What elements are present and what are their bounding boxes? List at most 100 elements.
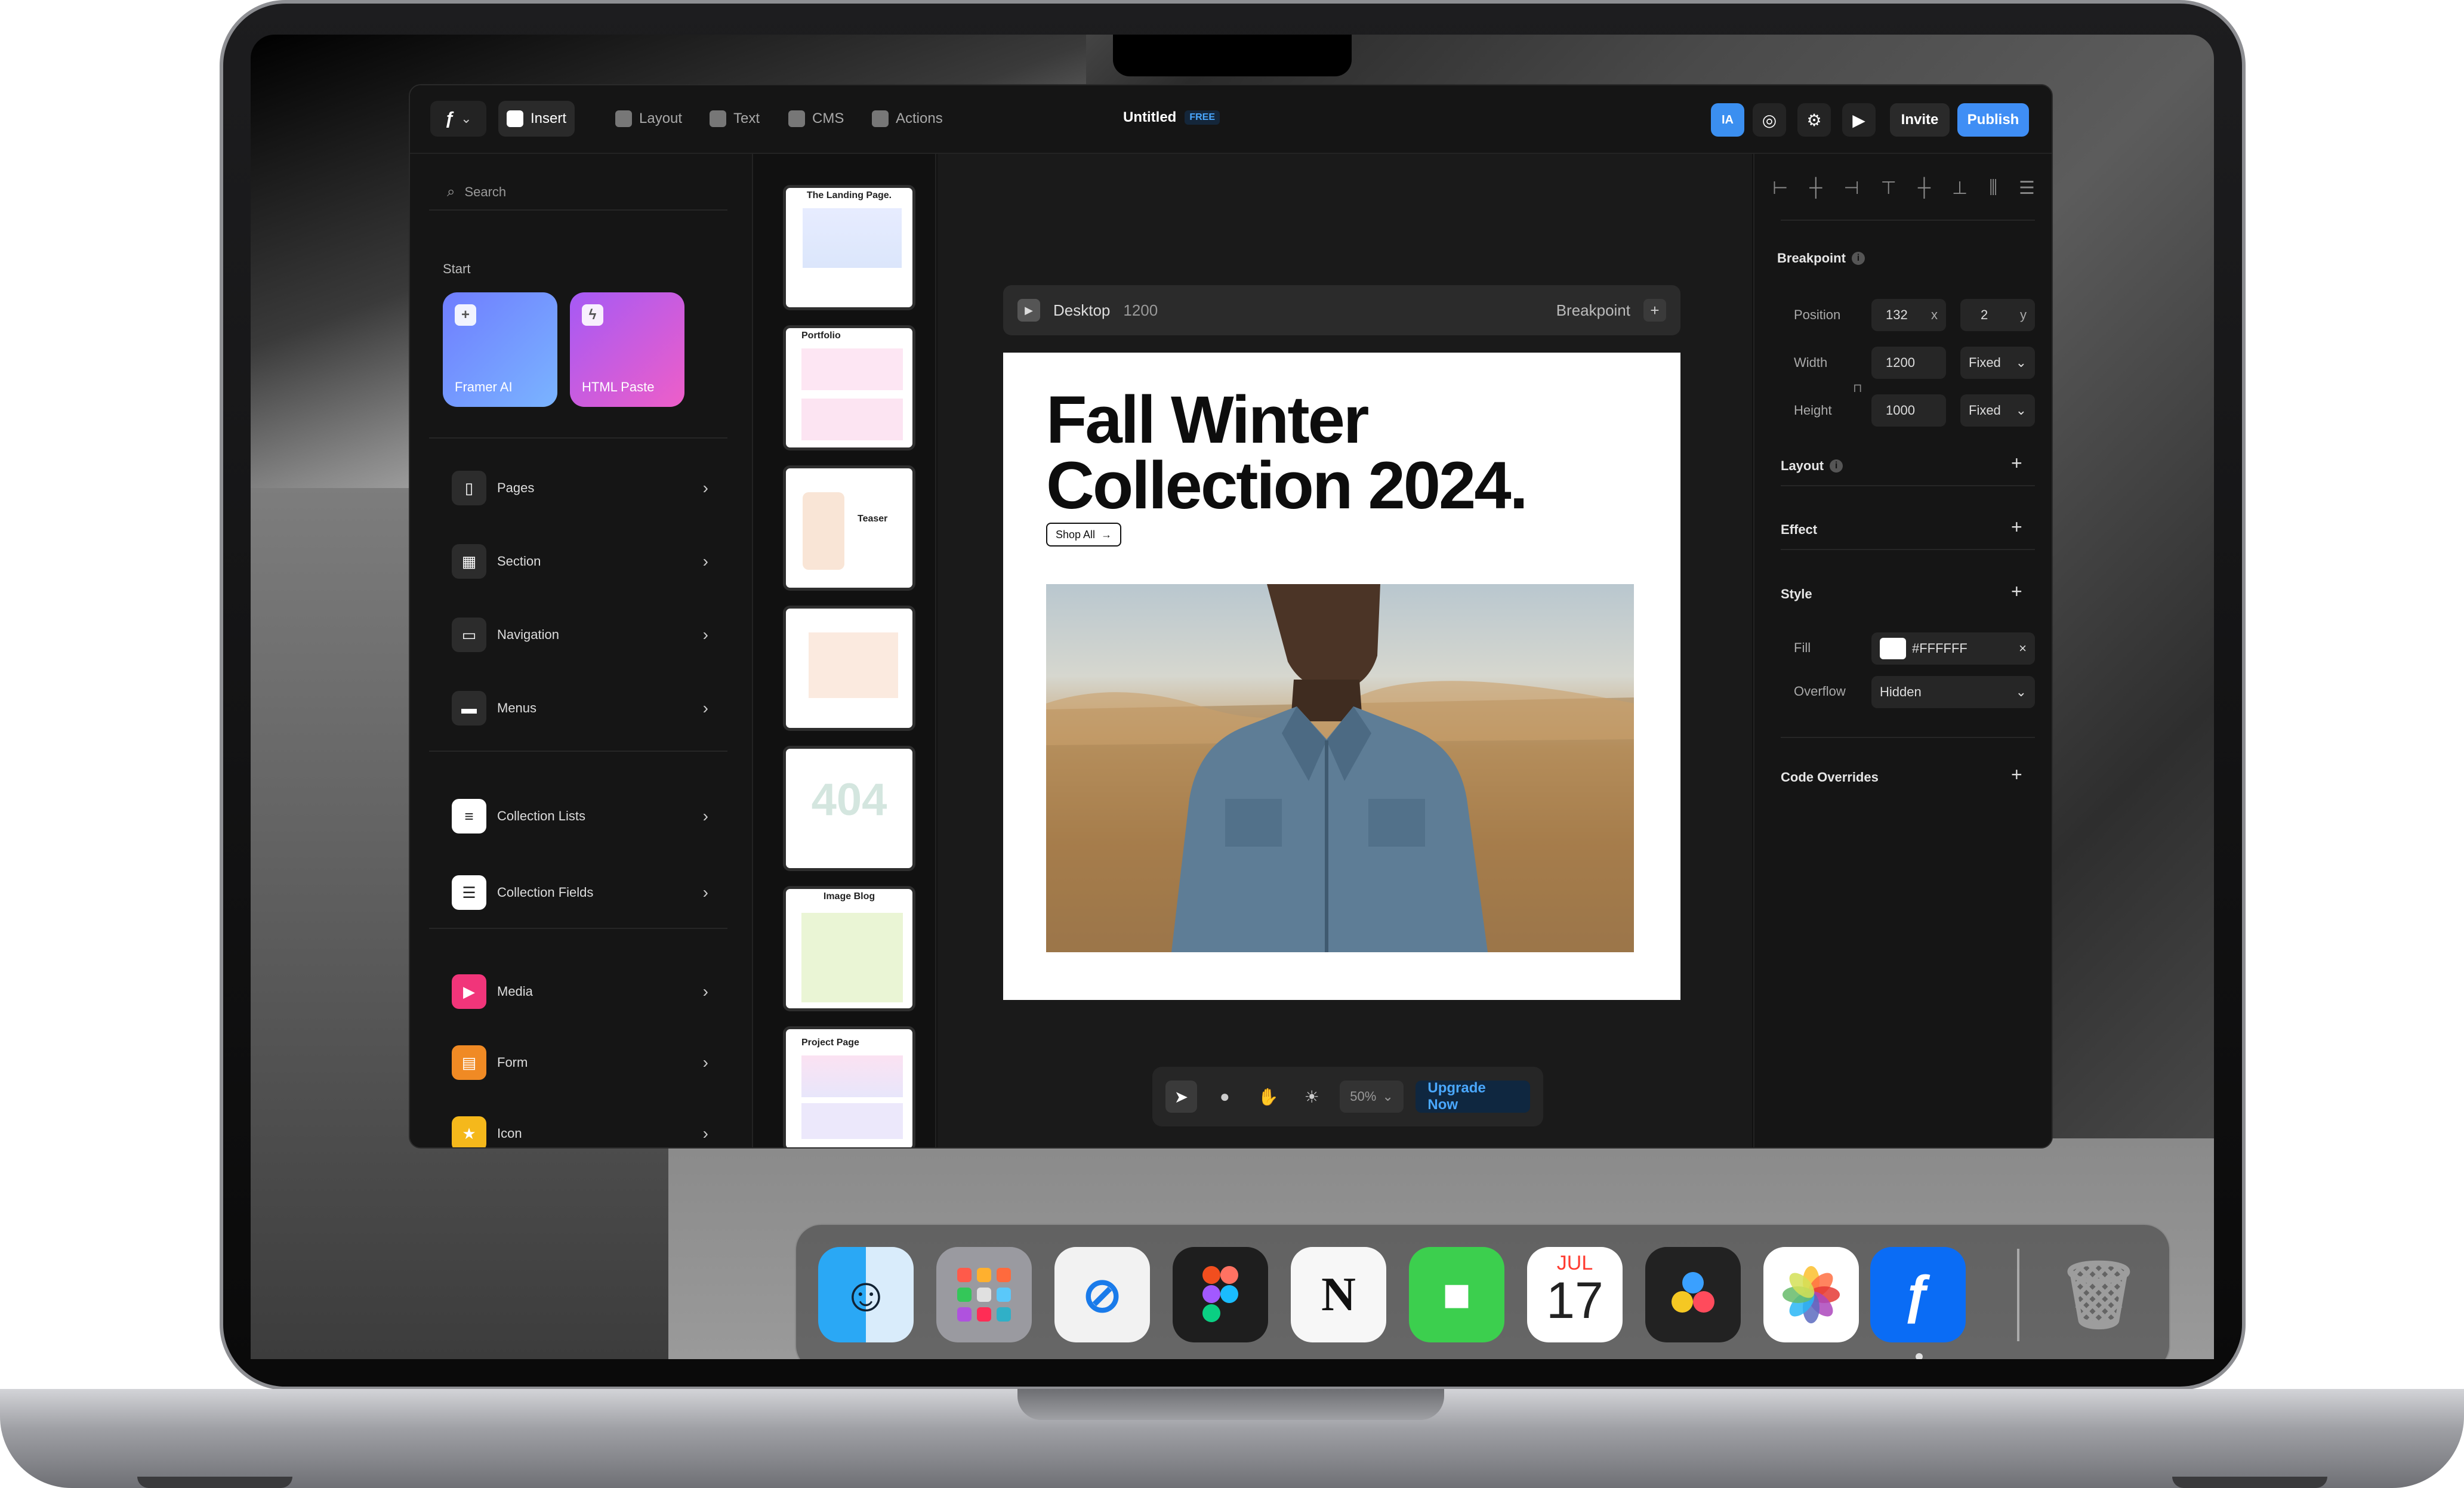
search-input[interactable]: ⌕ Search: [429, 175, 727, 211]
globe-icon[interactable]: ◎: [1753, 103, 1786, 137]
shop-all-button[interactable]: Shop All →: [1046, 523, 1122, 547]
align-middle-icon[interactable]: ┼: [1918, 178, 1931, 202]
hero-image[interactable]: [1046, 584, 1634, 952]
item-label: Pages: [497, 480, 535, 495]
position-y-field[interactable]: 2 y: [1960, 299, 2035, 331]
insert-item-media[interactable]: ▶ Media ›: [452, 974, 708, 1010]
insert-item-form[interactable]: ▤ Form ›: [452, 1045, 708, 1081]
tab-text[interactable]: Text: [701, 101, 768, 137]
info-icon[interactable]: i: [1830, 459, 1843, 473]
insert-item-collection-lists[interactable]: ≡ Collection Lists ›: [452, 798, 708, 834]
notion-icon[interactable]: N: [1291, 1247, 1386, 1342]
photos-icon[interactable]: [1763, 1247, 1859, 1342]
color-swatch[interactable]: [1880, 638, 1906, 659]
align-right-icon[interactable]: ⊣: [1843, 178, 1859, 202]
distribute-h-icon[interactable]: ⫼: [1989, 178, 1997, 202]
tab-actions[interactable]: Actions: [864, 101, 951, 137]
comment-icon[interactable]: ●: [1209, 1081, 1241, 1113]
info-icon[interactable]: i: [1851, 252, 1865, 265]
add-code-override-icon[interactable]: +: [2011, 764, 2022, 786]
properties-panel: ⊢ ┼ ⊣ ⊤ ┼ ⊥ ⫼ ☰ Breakpoint i Position 13…: [1753, 154, 2052, 1147]
facetime-icon[interactable]: ■: [1409, 1247, 1504, 1342]
template-thumbnail[interactable]: Image Blog: [783, 886, 915, 1011]
insert-item-navigation[interactable]: ▭ Navigation ›: [452, 617, 708, 653]
calendar-icon[interactable]: JUL 17: [1527, 1247, 1623, 1342]
figma-icon[interactable]: [1173, 1247, 1268, 1342]
invite-button[interactable]: Invite: [1890, 103, 1950, 137]
item-label: Collection Fields: [497, 885, 594, 900]
design-canvas[interactable]: ▶ Desktop 1200 Breakpoint + Fall Winter …: [938, 154, 1752, 1147]
button-label: Shop All: [1056, 528, 1096, 541]
chevron-right-icon: ›: [702, 552, 708, 570]
close-icon[interactable]: ×: [2019, 641, 2027, 656]
template-thumbnail[interactable]: Teaser: [783, 465, 915, 591]
template-thumbnail[interactable]: [783, 606, 915, 731]
publish-button[interactable]: Publish: [1957, 103, 2029, 137]
canvas-toolbar: ➤ ● ✋ ☀ 50% ⌄ Upgrade Now: [1152, 1067, 1543, 1126]
insert-item-icon[interactable]: ★ Icon ›: [452, 1116, 708, 1147]
desktop-frame[interactable]: Fall Winter Collection 2024. Shop All →: [1003, 353, 1680, 1000]
framer-menu-button[interactable]: ƒ ⌄: [430, 101, 486, 137]
project-title[interactable]: Untitled FREE: [1123, 109, 1220, 126]
align-top-icon[interactable]: ⊤: [1881, 178, 1896, 202]
add-breakpoint-label[interactable]: Breakpoint: [1556, 301, 1630, 320]
template-thumbnail[interactable]: Project Page: [783, 1026, 915, 1147]
code-overrides-heading: Code Overrides: [1781, 770, 1879, 785]
tab-layout[interactable]: Layout: [607, 101, 690, 137]
template-thumbnail[interactable]: The Landing Page.: [783, 185, 915, 310]
position-x-field[interactable]: 132 x: [1871, 299, 1946, 331]
safari-icon[interactable]: ⊘: [1054, 1247, 1150, 1342]
page-icon: ▯: [452, 471, 486, 505]
thumbnail-title: Teaser: [858, 514, 888, 524]
insert-item-section[interactable]: ▦ Section ›: [452, 544, 708, 579]
add-effect-icon[interactable]: +: [2011, 516, 2022, 538]
tab-cms[interactable]: CMS: [780, 101, 852, 137]
zoom-select[interactable]: 50% ⌄: [1339, 1081, 1404, 1113]
framer-ai-card[interactable]: + Framer AI: [443, 292, 557, 407]
align-center-h-icon[interactable]: ┼: [1809, 178, 1822, 202]
insert-panel: ⌕ Search Start + Framer AI ϟ HTML Paste …: [410, 154, 753, 1147]
overflow-select[interactable]: Hidden ⌄: [1871, 676, 2035, 708]
add-style-icon[interactable]: +: [2011, 581, 2022, 603]
heading-label: Layout: [1781, 458, 1824, 473]
play-icon[interactable]: ▶: [1842, 103, 1876, 137]
insert-item-collection-fields[interactable]: ☰ Collection Fields ›: [452, 875, 708, 910]
style-heading: Style: [1781, 586, 1812, 601]
user-avatar[interactable]: IA: [1711, 103, 1744, 137]
insert-item-menus[interactable]: ▬ Menus ›: [452, 690, 708, 726]
hero-title[interactable]: Fall Winter Collection 2024.: [1046, 387, 1528, 518]
item-label: Icon: [497, 1126, 522, 1141]
add-layout-icon[interactable]: +: [2011, 452, 2022, 474]
cursor-icon[interactable]: ➤: [1165, 1081, 1197, 1113]
tab-insert[interactable]: Insert: [498, 101, 575, 137]
trash-icon[interactable]: 🗑: [2051, 1247, 2147, 1342]
launchpad-icon[interactable]: [936, 1247, 1032, 1342]
height-field[interactable]: 1000: [1871, 394, 1946, 427]
breakpoint-name: Desktop: [1053, 301, 1111, 319]
breakpoint-bar[interactable]: ▶ Desktop 1200 Breakpoint +: [1003, 285, 1680, 335]
width-field[interactable]: 1200: [1871, 347, 1946, 379]
template-thumbnail[interactable]: Portfolio: [783, 325, 915, 450]
html-paste-card[interactable]: ϟ HTML Paste: [570, 292, 684, 407]
insert-item-pages[interactable]: ▯ Pages ›: [452, 470, 708, 506]
align-left-icon[interactable]: ⊢: [1772, 178, 1788, 202]
hand-icon[interactable]: ✋: [1253, 1081, 1284, 1113]
framer-icon[interactable]: ƒ: [1870, 1247, 1966, 1342]
template-thumbnail[interactable]: 404: [783, 746, 915, 871]
align-bottom-icon[interactable]: ⊥: [1952, 178, 1968, 202]
divider: [429, 928, 727, 929]
plus-icon[interactable]: +: [1643, 299, 1666, 322]
finder-icon[interactable]: ☺: [818, 1247, 914, 1342]
lock-icon[interactable]: ⊓: [1853, 381, 1862, 396]
width-mode-select[interactable]: Fixed ⌄: [1960, 347, 2035, 379]
height-mode-select[interactable]: Fixed ⌄: [1960, 394, 2035, 427]
framer-window: ƒ ⌄ Insert Layout Text CMS Actions Untit…: [409, 84, 2053, 1149]
sun-icon[interactable]: ☀: [1296, 1081, 1328, 1113]
distribute-v-icon[interactable]: ☰: [2019, 178, 2035, 202]
fill-label: Fill: [1794, 640, 1811, 655]
play-icon[interactable]: ▶: [1017, 299, 1040, 322]
gear-icon[interactable]: ⚙: [1797, 103, 1831, 137]
davinci-resolve-icon[interactable]: [1645, 1247, 1741, 1342]
upgrade-now-button[interactable]: Upgrade Now: [1416, 1080, 1530, 1113]
fill-color-field[interactable]: #FFFFFF ×: [1871, 632, 2035, 665]
